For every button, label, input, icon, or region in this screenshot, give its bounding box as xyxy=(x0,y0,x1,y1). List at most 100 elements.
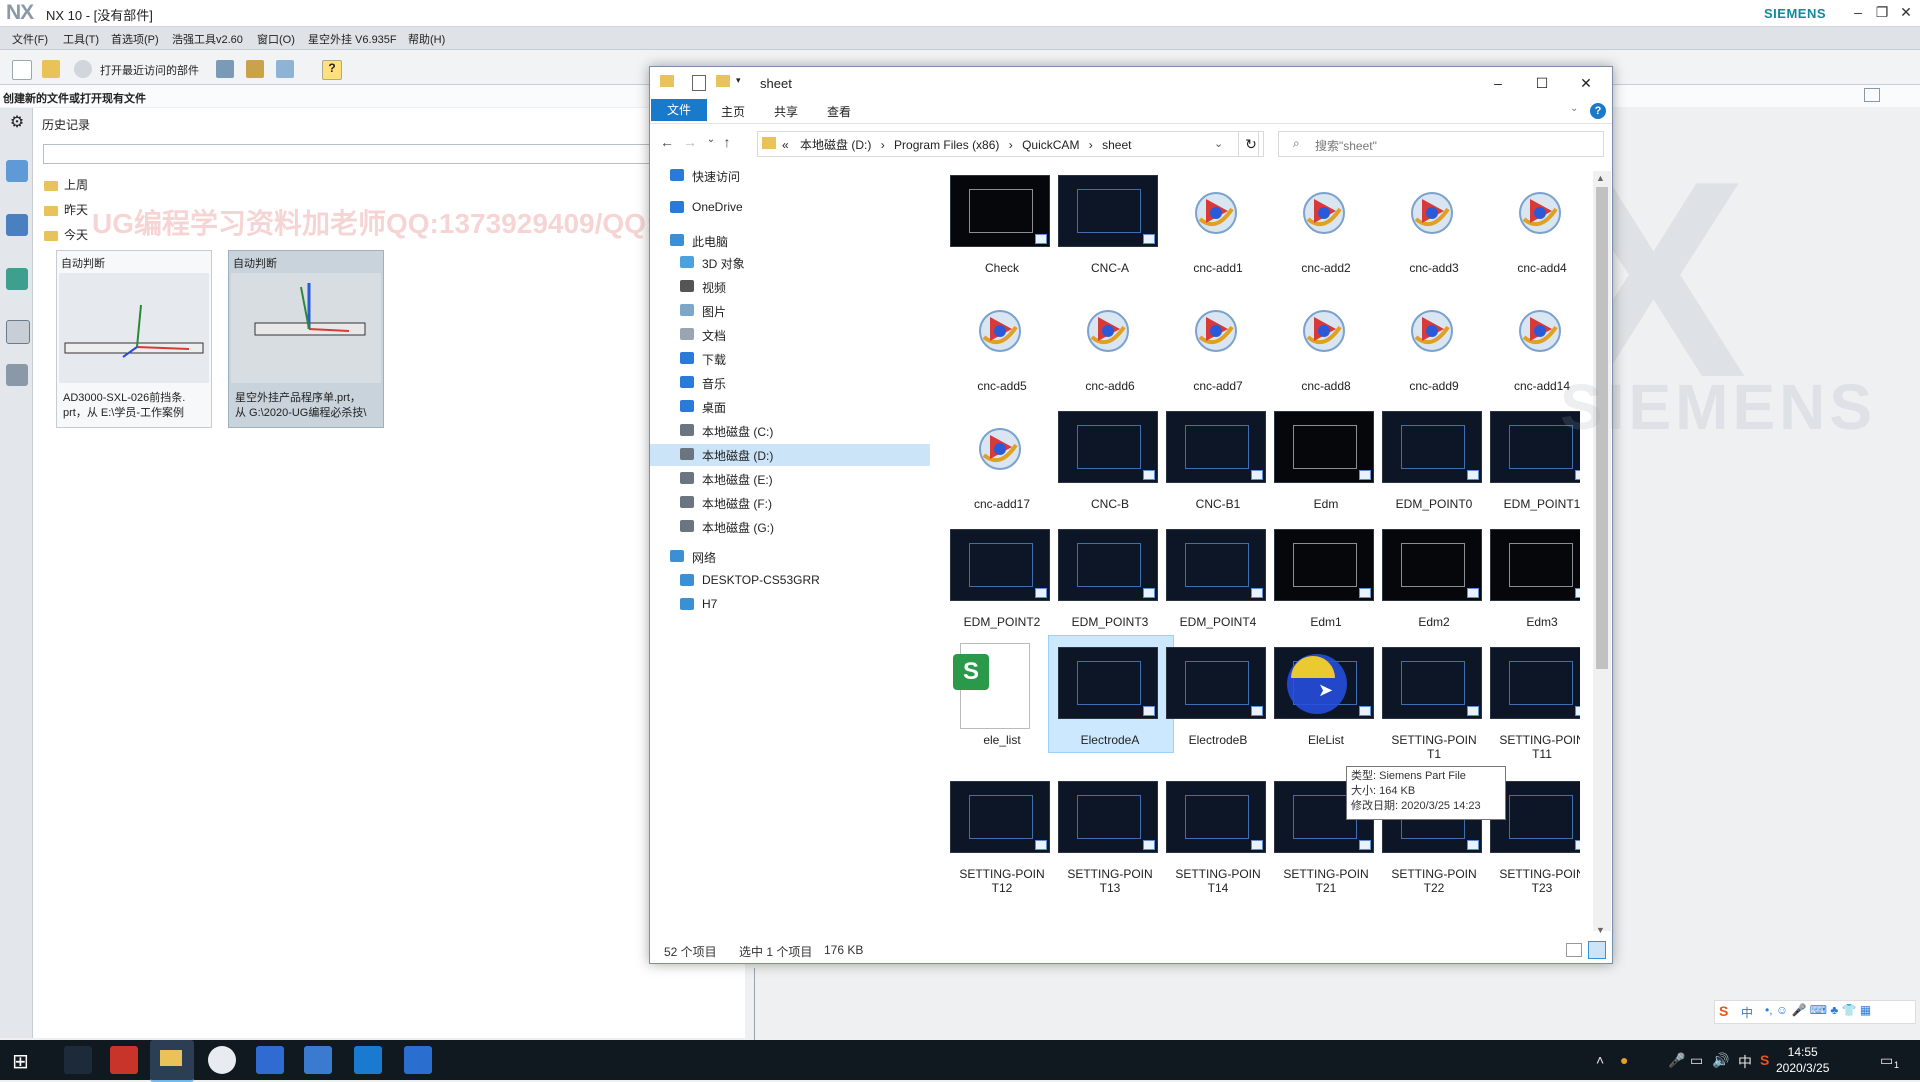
help-icon[interactable]: ? xyxy=(1590,103,1606,119)
history-group-last-week[interactable]: 上周 xyxy=(44,176,88,193)
ime-tray-label[interactable]: 中 xyxy=(1738,1052,1752,1072)
app-chat-icon[interactable] xyxy=(354,1046,382,1074)
tab-file[interactable]: 文件 xyxy=(651,99,707,121)
assembly-navigator-icon[interactable] xyxy=(6,160,28,182)
reuse-library-icon[interactable] xyxy=(6,214,28,236)
explorer-maximize-button[interactable]: ☐ xyxy=(1520,71,1564,95)
history-title: 历史记录 xyxy=(42,118,91,132)
tab-share[interactable]: 共享 xyxy=(774,103,798,120)
app-network-icon[interactable] xyxy=(256,1046,284,1074)
up-arrow-icon[interactable]: ↑ xyxy=(718,134,736,150)
new-file-icon[interactable] xyxy=(12,60,32,80)
nav-item[interactable]: 视频 xyxy=(650,276,930,298)
windows-start-icon[interactable]: ⊞ xyxy=(12,1049,29,1074)
nav-item[interactable]: 本地磁盘 (C:) xyxy=(650,420,930,442)
tab-home[interactable]: 主页 xyxy=(721,103,745,120)
nav-item[interactable]: 网络 xyxy=(650,546,930,568)
breadcrumb-overflow[interactable]: « xyxy=(782,138,789,152)
menu-xingkong-plugin[interactable]: 星空外挂 V6.935F xyxy=(308,31,397,47)
app-explorer-active[interactable] xyxy=(150,1040,194,1082)
nx-restore-button[interactable]: ❐ xyxy=(1872,3,1892,21)
refresh-button[interactable]: ↻ xyxy=(1238,131,1264,157)
network-tray-icon[interactable]: ▭ xyxy=(1690,1052,1703,1069)
menu-haoqiang-tools[interactable]: 浩强工具v2.60 xyxy=(172,31,243,47)
nav-item[interactable]: 图片 xyxy=(650,300,930,322)
menu-tools[interactable]: 工具(T) xyxy=(63,31,99,47)
gear-icon[interactable]: ⚙ xyxy=(6,112,28,134)
notification-icon[interactable]: ▭ xyxy=(1880,1052,1893,1069)
menu-file[interactable]: 文件(F) xyxy=(12,31,48,47)
ribbon-expand-icon[interactable]: ⌄ xyxy=(1570,103,1578,114)
nav-item[interactable]: 下载 xyxy=(650,348,930,370)
help-icon[interactable]: ? xyxy=(322,60,342,80)
nav-item[interactable]: 本地磁盘 (G:) xyxy=(650,516,930,538)
nav-item[interactable]: 本地磁盘 (F:) xyxy=(650,492,930,514)
sogou-ime-icon[interactable]: S xyxy=(1719,1003,1728,1019)
ime-mode-label[interactable]: 中 xyxy=(1741,1004,1753,1021)
chevron-up-icon[interactable]: ˄ xyxy=(1596,1052,1604,1068)
breadcrumb-item[interactable]: QuickCAM xyxy=(1022,138,1079,152)
qq-tray-icon[interactable]: ● xyxy=(1620,1052,1628,1068)
explorer-minimize-button[interactable]: – xyxy=(1476,71,1520,95)
nav-item[interactable]: 音乐 xyxy=(650,372,930,394)
history-group-today[interactable]: 今天 xyxy=(44,226,88,243)
ime-tools-icons[interactable]: •, ☺ 🎤 ⌨ ♣ 👕 ▦ xyxy=(1765,1003,1871,1017)
app-foxit-icon[interactable] xyxy=(110,1046,138,1074)
nav-item[interactable]: 此电脑 xyxy=(650,230,930,252)
history-clock-icon[interactable] xyxy=(6,320,30,344)
address-bar[interactable]: « 本地磁盘 (D:) › Program Files (x86) › Quic… xyxy=(757,131,1259,157)
app-pen-icon[interactable] xyxy=(64,1046,92,1074)
history-group-yesterday[interactable]: 昨天 xyxy=(44,201,88,218)
nav-item[interactable]: 文档 xyxy=(650,324,930,346)
clock[interactable]: 14:55 2020/3/25 xyxy=(1776,1044,1829,1076)
back-arrow-icon[interactable]: ← xyxy=(658,134,676,150)
breadcrumb-item[interactable]: Program Files (x86) xyxy=(894,138,999,152)
nav-item[interactable]: DESKTOP-CS53GRR xyxy=(650,570,930,592)
app-writer-icon[interactable] xyxy=(404,1046,432,1074)
nx-minimize-button[interactable]: – xyxy=(1848,3,1868,21)
menu-preferences[interactable]: 首选项(P) xyxy=(111,31,159,47)
tab-view[interactable]: 查看 xyxy=(827,103,851,120)
quick-access-dropdown-icon[interactable]: ▾ xyxy=(736,75,741,86)
volume-icon[interactable]: 🔊 xyxy=(1712,1052,1729,1069)
fit-view-icon[interactable] xyxy=(1864,88,1880,102)
scroll-up-icon[interactable]: ▲ xyxy=(1596,173,1605,183)
clock-time: 14:55 xyxy=(1787,1045,1818,1059)
properties-icon[interactable] xyxy=(692,75,706,91)
history-filter-input[interactable] xyxy=(43,144,735,164)
history-card-selected[interactable]: 自动判断 星空外挂产品程序单.prt， 从 G:\2020-UG编程必杀技\ xyxy=(228,250,384,428)
window-layout-icon[interactable] xyxy=(276,60,294,78)
open-recent-button[interactable]: 打开最近访问的部件 xyxy=(100,62,199,78)
nav-item[interactable]: 桌面 xyxy=(650,396,930,418)
scroll-down-icon[interactable]: ▼ xyxy=(1596,925,1605,935)
nav-item[interactable]: H7 xyxy=(650,594,930,616)
nx-close-button[interactable]: ✕ xyxy=(1896,3,1916,21)
open-folder-icon[interactable] xyxy=(42,60,60,78)
explorer-close-button[interactable]: ✕ xyxy=(1564,71,1608,95)
role-icon[interactable] xyxy=(6,364,28,386)
chevron-down-icon[interactable]: ⌄ xyxy=(1214,137,1223,150)
microphone-icon[interactable]: 🎤 xyxy=(1668,1052,1685,1069)
web-browser-icon[interactable] xyxy=(6,268,28,290)
new-folder-icon[interactable] xyxy=(716,75,730,87)
menu-window[interactable]: 窗口(O) xyxy=(257,31,295,47)
large-icons-view-icon[interactable] xyxy=(1588,941,1606,959)
app-nx-icon[interactable] xyxy=(304,1046,332,1074)
nav-item[interactable]: 3D 对象 xyxy=(650,252,930,274)
history-card[interactable]: 自动判断 AD3000-SXL-026前挡条. prt，从 E:\学员-工作案例 xyxy=(56,250,212,428)
assembly-icon[interactable] xyxy=(216,60,234,78)
user-tools-icon[interactable] xyxy=(246,60,264,78)
sogou-tray-icon[interactable]: S xyxy=(1760,1052,1769,1068)
details-view-icon[interactable] xyxy=(1566,943,1582,957)
nav-item[interactable]: 快速访问 xyxy=(650,165,930,187)
menu-help[interactable]: 帮助(H) xyxy=(408,31,445,47)
nav-item[interactable]: OneDrive xyxy=(650,197,930,219)
forward-arrow-icon[interactable]: → xyxy=(681,134,699,150)
search-input[interactable]: ⌕ 搜索"sheet" xyxy=(1278,131,1604,157)
nav-item[interactable]: 本地磁盘 (E:) xyxy=(650,468,930,490)
breadcrumb-item[interactable]: 本地磁盘 (D:) xyxy=(800,138,871,152)
recent-clock-icon[interactable] xyxy=(74,60,92,78)
app-chrome-icon[interactable] xyxy=(208,1046,236,1074)
nav-item[interactable]: 本地磁盘 (D:) xyxy=(650,444,930,466)
breadcrumb-item[interactable]: sheet xyxy=(1102,138,1131,152)
